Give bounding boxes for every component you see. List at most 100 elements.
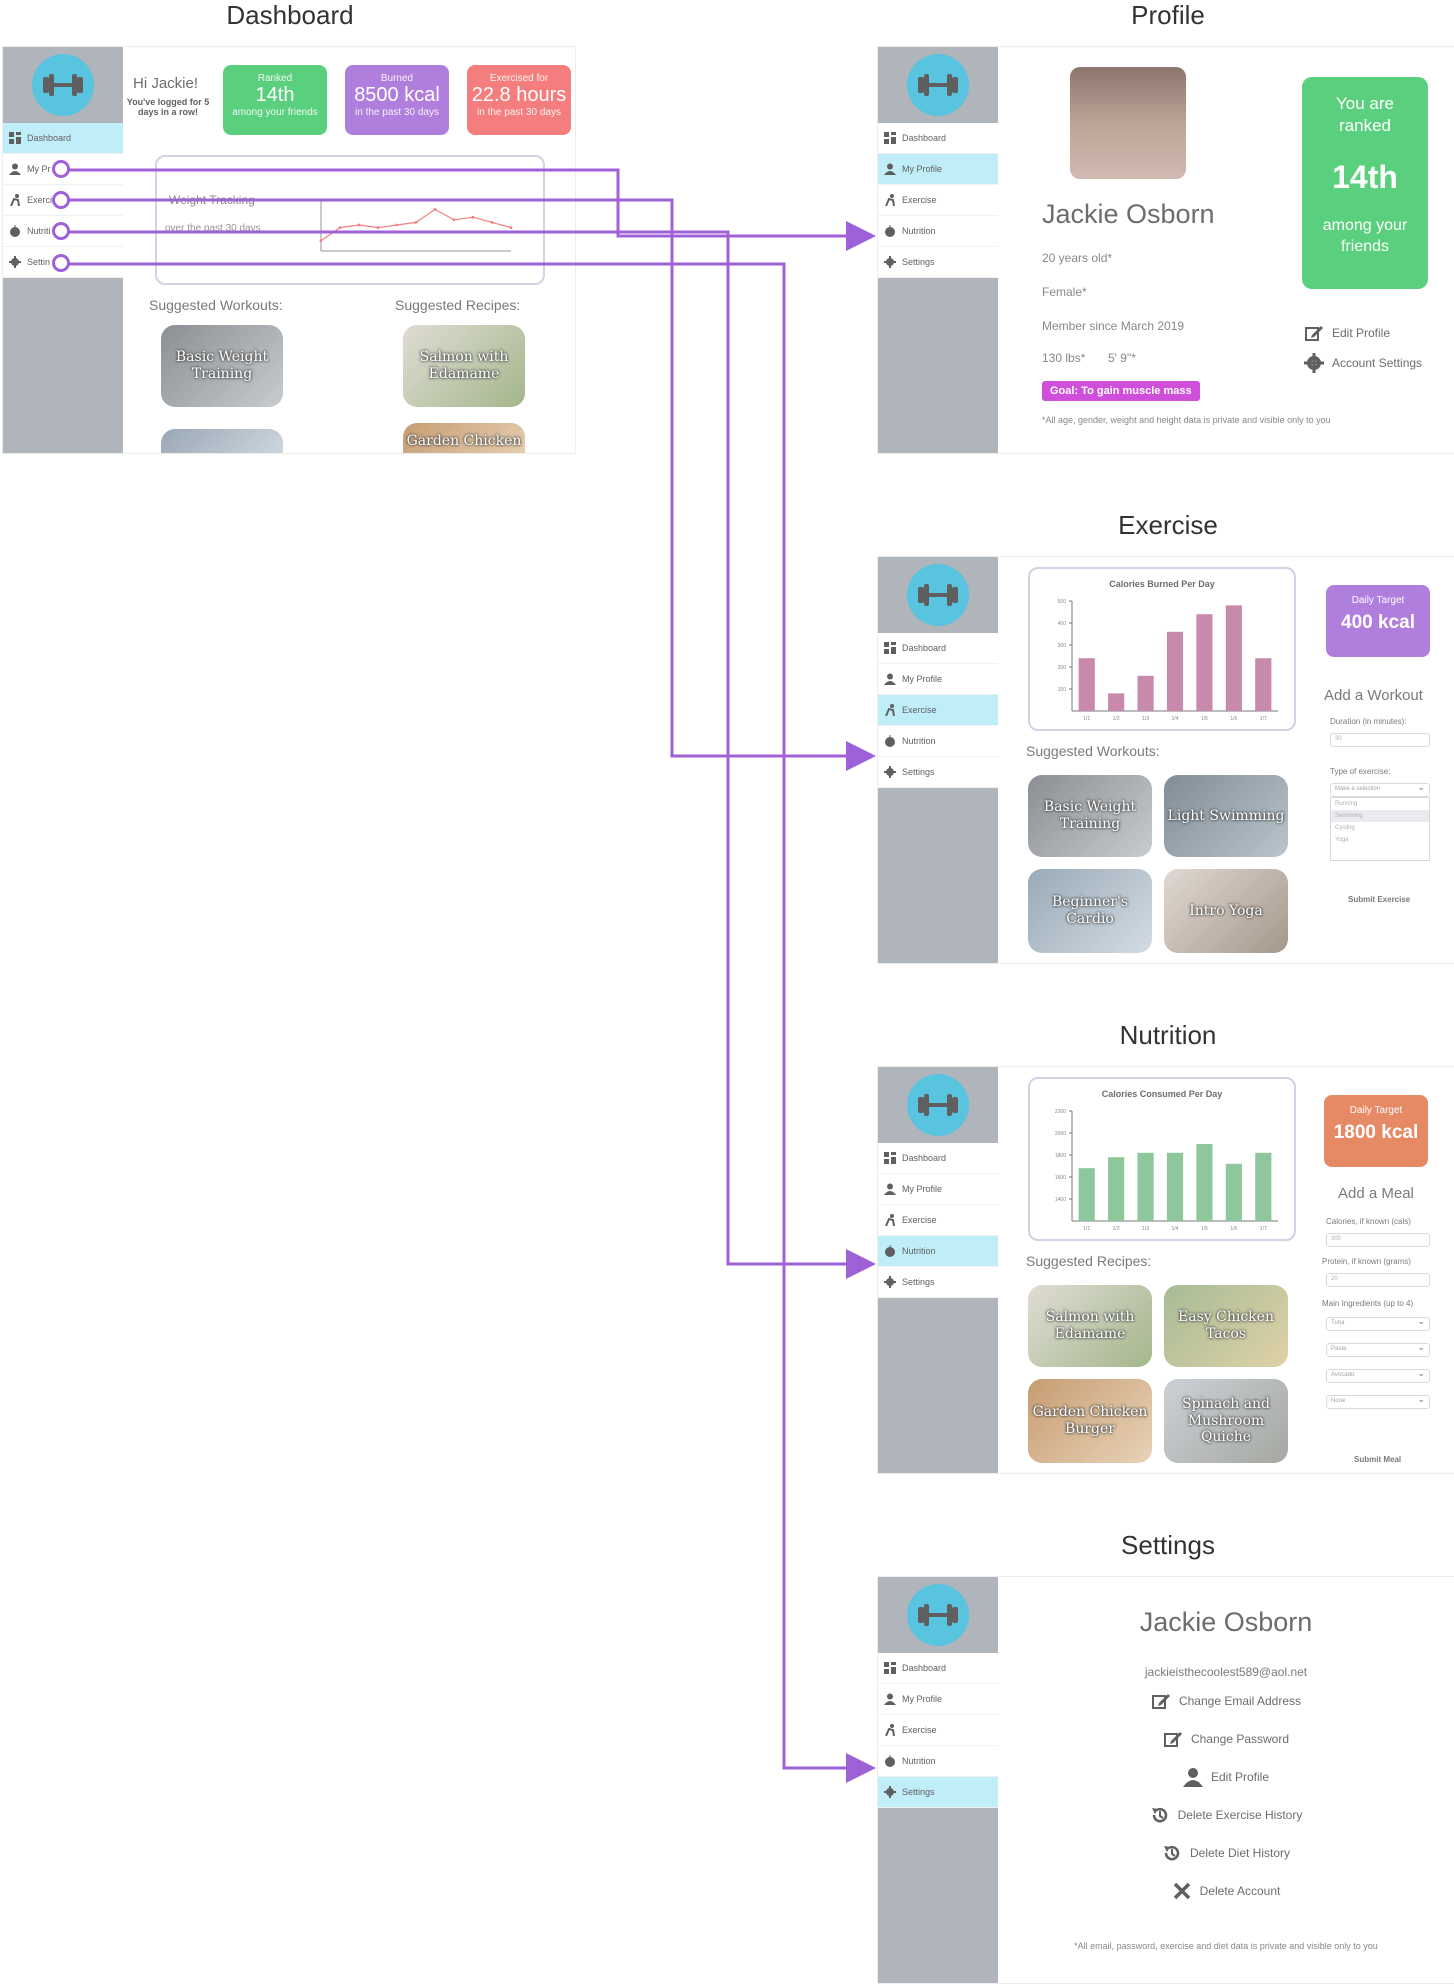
workout-thumb[interactable]: Light Swimming: [1164, 775, 1288, 857]
nav-exercise[interactable]: Exercise: [878, 695, 998, 726]
y-tick-label: 100: [1058, 687, 1067, 693]
delete-account-button[interactable]: Delete Account: [1172, 1881, 1280, 1901]
change-email-button[interactable]: Change Email Address: [1151, 1691, 1301, 1711]
protein-input[interactable]: 20: [1326, 1273, 1430, 1287]
button-label: Account Settings: [1332, 356, 1423, 370]
gear-icon: [1304, 353, 1324, 373]
nav-exercise[interactable]: Exercise: [878, 1715, 998, 1746]
card-sub: in the past 30 days: [355, 107, 439, 118]
nav-profile[interactable]: My Profile: [878, 1174, 998, 1205]
change-password-row: Change Password: [998, 1729, 1454, 1749]
account-settings-button[interactable]: Account Settings: [1304, 353, 1422, 373]
suggested-workouts-heading: Suggested Workouts:: [1026, 743, 1160, 759]
change-password-button[interactable]: Change Password: [1163, 1729, 1289, 1749]
calories-input[interactable]: 300: [1326, 1233, 1430, 1247]
ingredient-select[interactable]: Avocado: [1326, 1368, 1430, 1383]
thumb-label: Salmon with Edamame: [419, 349, 509, 382]
nav-dashboard[interactable]: Dashboard: [878, 633, 998, 664]
nav-exercise[interactable]: Exercise: [878, 1205, 998, 1236]
edit-profile-button[interactable]: Edit Profile: [1304, 323, 1390, 343]
card-sub: among your friends: [232, 107, 318, 118]
submit-exercise-button[interactable]: Submit Exercise: [1348, 895, 1410, 904]
apple-icon: [884, 225, 896, 237]
x-tick-label: 1/4: [1172, 716, 1179, 722]
x-tick-label: 1/2: [1113, 1226, 1120, 1232]
weight-point: [357, 223, 361, 227]
ingredient-select[interactable]: Tuna: [1326, 1316, 1430, 1331]
recipe-thumb[interactable]: Garden Chicken: [403, 423, 525, 453]
edit-icon: [1163, 1732, 1182, 1747]
close-icon: [1173, 1882, 1190, 1900]
button-label: Edit Profile: [1332, 326, 1391, 340]
dumbbell-icon: [907, 1584, 969, 1646]
workout-thumb[interactable]: Basic Weight Training: [1028, 775, 1152, 857]
option-cycling[interactable]: Cycling: [1331, 822, 1429, 834]
y-tick-label: 500: [1058, 599, 1067, 605]
y-tick-label: 300: [1058, 643, 1067, 649]
card-value: 14th: [255, 84, 295, 106]
nav-label: Exercise: [902, 195, 937, 205]
profile-title: Profile: [1131, 0, 1205, 30]
card-label: Burned: [380, 73, 414, 84]
nav-exercise[interactable]: Exercise: [878, 185, 998, 216]
workout-thumb[interactable]: [161, 429, 283, 453]
workout-thumb[interactable]: Intro Yoga: [1164, 869, 1288, 953]
nav-nutrition[interactable]: Nutrition: [878, 216, 998, 247]
profile-name: Jackie Osborn: [1042, 199, 1215, 229]
history-icon: [1163, 1846, 1180, 1861]
submit-meal-button[interactable]: Submit Meal: [1354, 1455, 1401, 1464]
recipe-thumb[interactable]: Salmon with Edamame: [403, 325, 525, 407]
delete-diet-history-button[interactable]: Delete Diet History: [1162, 1843, 1290, 1863]
workout-thumb[interactable]: Beginner's Cardio: [1028, 869, 1152, 953]
option-swimming[interactable]: Swimming: [1331, 810, 1429, 822]
thumb-label: Basic Weight Training: [1043, 799, 1137, 832]
dashboard-icon: [884, 1152, 896, 1164]
nav-settings[interactable]: Settings: [878, 757, 998, 788]
nav-dashboard[interactable]: Dashboard: [878, 1143, 998, 1174]
nav-nutrition[interactable]: Nutrition: [878, 1236, 998, 1267]
card-label: Daily Target: [1351, 595, 1405, 606]
option-yoga[interactable]: Yoga: [1331, 834, 1429, 846]
exercise-screen: Dashboard My Profile Exercise Nutrition …: [877, 556, 1454, 964]
nav-settings[interactable]: Settings: [878, 247, 998, 278]
x-tick-label: 1/1: [1083, 1226, 1090, 1232]
exercise-type-select[interactable]: Make a selection: [1330, 782, 1430, 797]
nav-dashboard[interactable]: Dashboard: [878, 123, 998, 154]
chart-title: Calories Burned Per Day: [1109, 579, 1215, 589]
recipe-thumb[interactable]: Spinach and Mushroom Quiche: [1164, 1379, 1288, 1463]
nav-settings[interactable]: Settings: [878, 1777, 998, 1808]
workout-thumb[interactable]: Basic Weight Training: [161, 325, 283, 407]
nav-label: Exerci: [27, 195, 53, 205]
gear-icon: [9, 256, 21, 268]
y-tick-label: 1400: [1055, 1197, 1066, 1203]
nav-settings[interactable]: Settings: [878, 1267, 998, 1298]
nav-nutrition[interactable]: Nutrition: [878, 726, 998, 757]
option-running[interactable]: Running: [1331, 798, 1429, 810]
ingredient-select[interactable]: None: [1326, 1394, 1430, 1409]
nav-dashboard[interactable]: Dashboard: [3, 123, 123, 154]
recipe-thumb[interactable]: Garden Chicken Burger: [1028, 1379, 1152, 1463]
edit-profile-button[interactable]: Edit Profile: [1182, 1767, 1269, 1787]
nav-profile[interactable]: My Profile: [878, 664, 998, 695]
ingredient-select[interactable]: Pasta: [1326, 1342, 1430, 1357]
apple-icon: [884, 1245, 896, 1257]
nav-nutrition[interactable]: Nutrition: [878, 1746, 998, 1777]
weight-point: [490, 221, 494, 224]
delete-exercise-history-button[interactable]: Delete Exercise History: [1150, 1805, 1302, 1825]
recipe-thumb[interactable]: Easy Chicken Tacos: [1164, 1285, 1288, 1367]
weight-point: [376, 226, 380, 229]
card-label: Exercised for: [489, 73, 549, 84]
dumbbell-icon: [907, 54, 969, 116]
nav-profile[interactable]: My Profile: [878, 1684, 998, 1715]
weight-point: [452, 218, 456, 222]
calories-burned-panel: Calories Burned Per Day 100 200 300 400 500 1…: [1028, 567, 1296, 731]
recipe-thumb[interactable]: Salmon with Edamame: [1028, 1285, 1152, 1367]
duration-input[interactable]: 30: [1330, 733, 1430, 747]
dumbbell-icon: [32, 54, 94, 116]
card-label: Daily Target: [1349, 1105, 1403, 1116]
y-tick-label: 1600: [1055, 1175, 1066, 1181]
x-tick-label: 1/5: [1201, 716, 1208, 722]
nav-profile[interactable]: My Profile: [878, 154, 998, 185]
nav-dashboard[interactable]: Dashboard: [878, 1653, 998, 1684]
dashboard-screen: Dashboard My Pr Exerci Nutriti Settin Hi…: [2, 46, 576, 454]
